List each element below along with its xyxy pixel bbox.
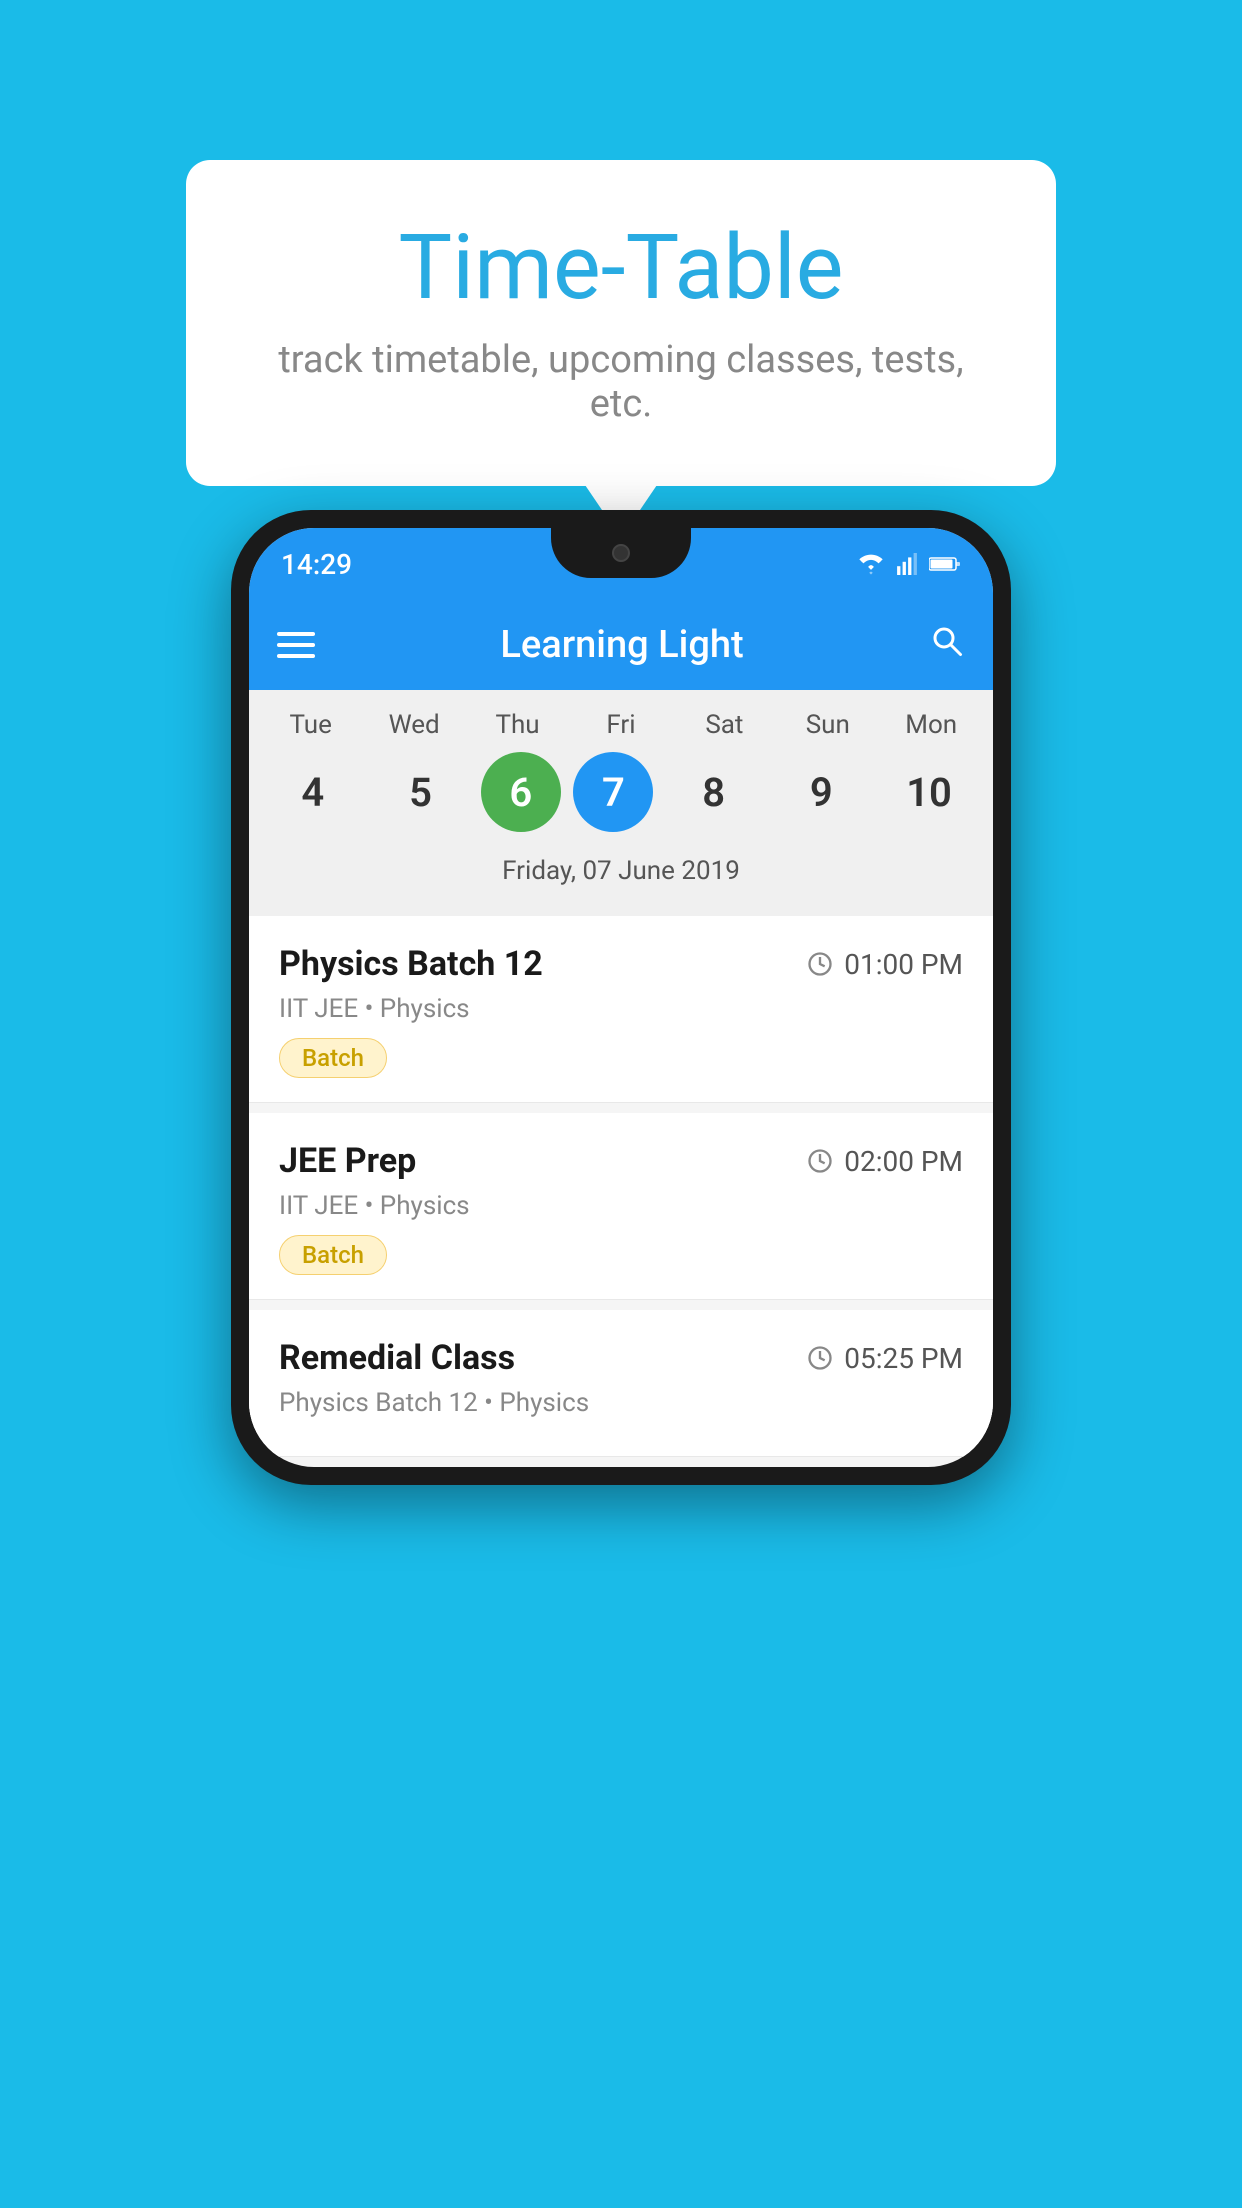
day-4[interactable]: 4: [265, 752, 360, 832]
clock-icon-3: [806, 1344, 834, 1372]
schedule-title: Physics Batch 12: [279, 944, 543, 984]
status-time: 14:29: [281, 548, 352, 581]
search-icon[interactable]: [929, 623, 965, 668]
wifi-icon: [857, 553, 885, 575]
status-bar: 14:29: [249, 528, 993, 600]
schedule-time-2: 02:00 PM: [806, 1145, 963, 1178]
schedule-item-header-2: JEE Prep 02:00 PM: [279, 1141, 963, 1181]
day-8[interactable]: 8: [666, 752, 761, 832]
schedule-time-value: 01:00 PM: [844, 948, 963, 981]
bubble-title: Time-Table: [246, 215, 996, 320]
day-header-mon: Mon: [884, 710, 979, 740]
schedule-title-3: Remedial Class: [279, 1338, 515, 1378]
schedule-subtitle: IIT JEE • Physics: [279, 994, 963, 1024]
phone-inner: 14:29: [249, 528, 993, 1467]
day-numbers: 4 5 6 7 8 9 10: [249, 740, 993, 848]
schedule-subtitle-3: Physics Batch 12 • Physics: [279, 1388, 963, 1418]
speech-bubble: Time-Table track timetable, upcoming cla…: [186, 160, 1056, 486]
schedule-subtitle-2: IIT JEE • Physics: [279, 1191, 963, 1221]
schedule-list: Physics Batch 12 01:00 PM IIT JEE • Phys…: [249, 916, 993, 1457]
day-10[interactable]: 10: [882, 752, 977, 832]
day-header-tue: Tue: [263, 710, 358, 740]
schedule-time-3: 05:25 PM: [806, 1342, 963, 1375]
signal-icon: [895, 553, 919, 575]
app-bar: Learning Light: [249, 600, 993, 690]
phone-mockup: 14:29: [231, 510, 1011, 1485]
day-5[interactable]: 5: [373, 752, 468, 832]
day-header-thu: Thu: [470, 710, 565, 740]
day-9[interactable]: 9: [774, 752, 869, 832]
hamburger-menu-icon[interactable]: [277, 632, 315, 658]
schedule-item-header-3: Remedial Class 05:25 PM: [279, 1338, 963, 1378]
day-header-sat: Sat: [677, 710, 772, 740]
day-7-selected[interactable]: 7: [573, 752, 653, 832]
day-header-wed: Wed: [367, 710, 462, 740]
clock-icon: [806, 950, 834, 978]
day-header-fri: Fri: [573, 710, 668, 740]
schedule-item-physics-batch-12[interactable]: Physics Batch 12 01:00 PM IIT JEE • Phys…: [249, 916, 993, 1103]
schedule-item-header: Physics Batch 12 01:00 PM: [279, 944, 963, 984]
batch-badge-1: Batch: [279, 1038, 387, 1078]
phone-outer: 14:29: [231, 510, 1011, 1485]
calendar-strip: Tue Wed Thu Fri Sat Sun Mon 4 5 6 7 8 9 …: [249, 690, 993, 916]
day-header-sun: Sun: [780, 710, 875, 740]
camera: [612, 544, 630, 562]
batch-badge-2: Batch: [279, 1235, 387, 1275]
battery-icon: [929, 555, 961, 573]
schedule-time-value-2: 02:00 PM: [844, 1145, 963, 1178]
day-headers: Tue Wed Thu Fri Sat Sun Mon: [249, 710, 993, 740]
schedule-item-remedial[interactable]: Remedial Class 05:25 PM Physics Batch 12…: [249, 1310, 993, 1457]
schedule-time: 01:00 PM: [806, 948, 963, 981]
schedule-time-value-3: 05:25 PM: [844, 1342, 963, 1375]
selected-date: Friday, 07 June 2019: [249, 848, 993, 906]
speech-bubble-container: Time-Table track timetable, upcoming cla…: [186, 160, 1056, 486]
day-6-today[interactable]: 6: [481, 752, 561, 832]
notch: [551, 528, 691, 578]
schedule-item-jee-prep[interactable]: JEE Prep 02:00 PM IIT JEE • Physics Batc…: [249, 1113, 993, 1300]
status-icons: [857, 553, 961, 575]
schedule-title-2: JEE Prep: [279, 1141, 416, 1181]
app-title: Learning Light: [343, 623, 901, 667]
bubble-subtitle: track timetable, upcoming classes, tests…: [246, 338, 996, 426]
clock-icon-2: [806, 1147, 834, 1175]
